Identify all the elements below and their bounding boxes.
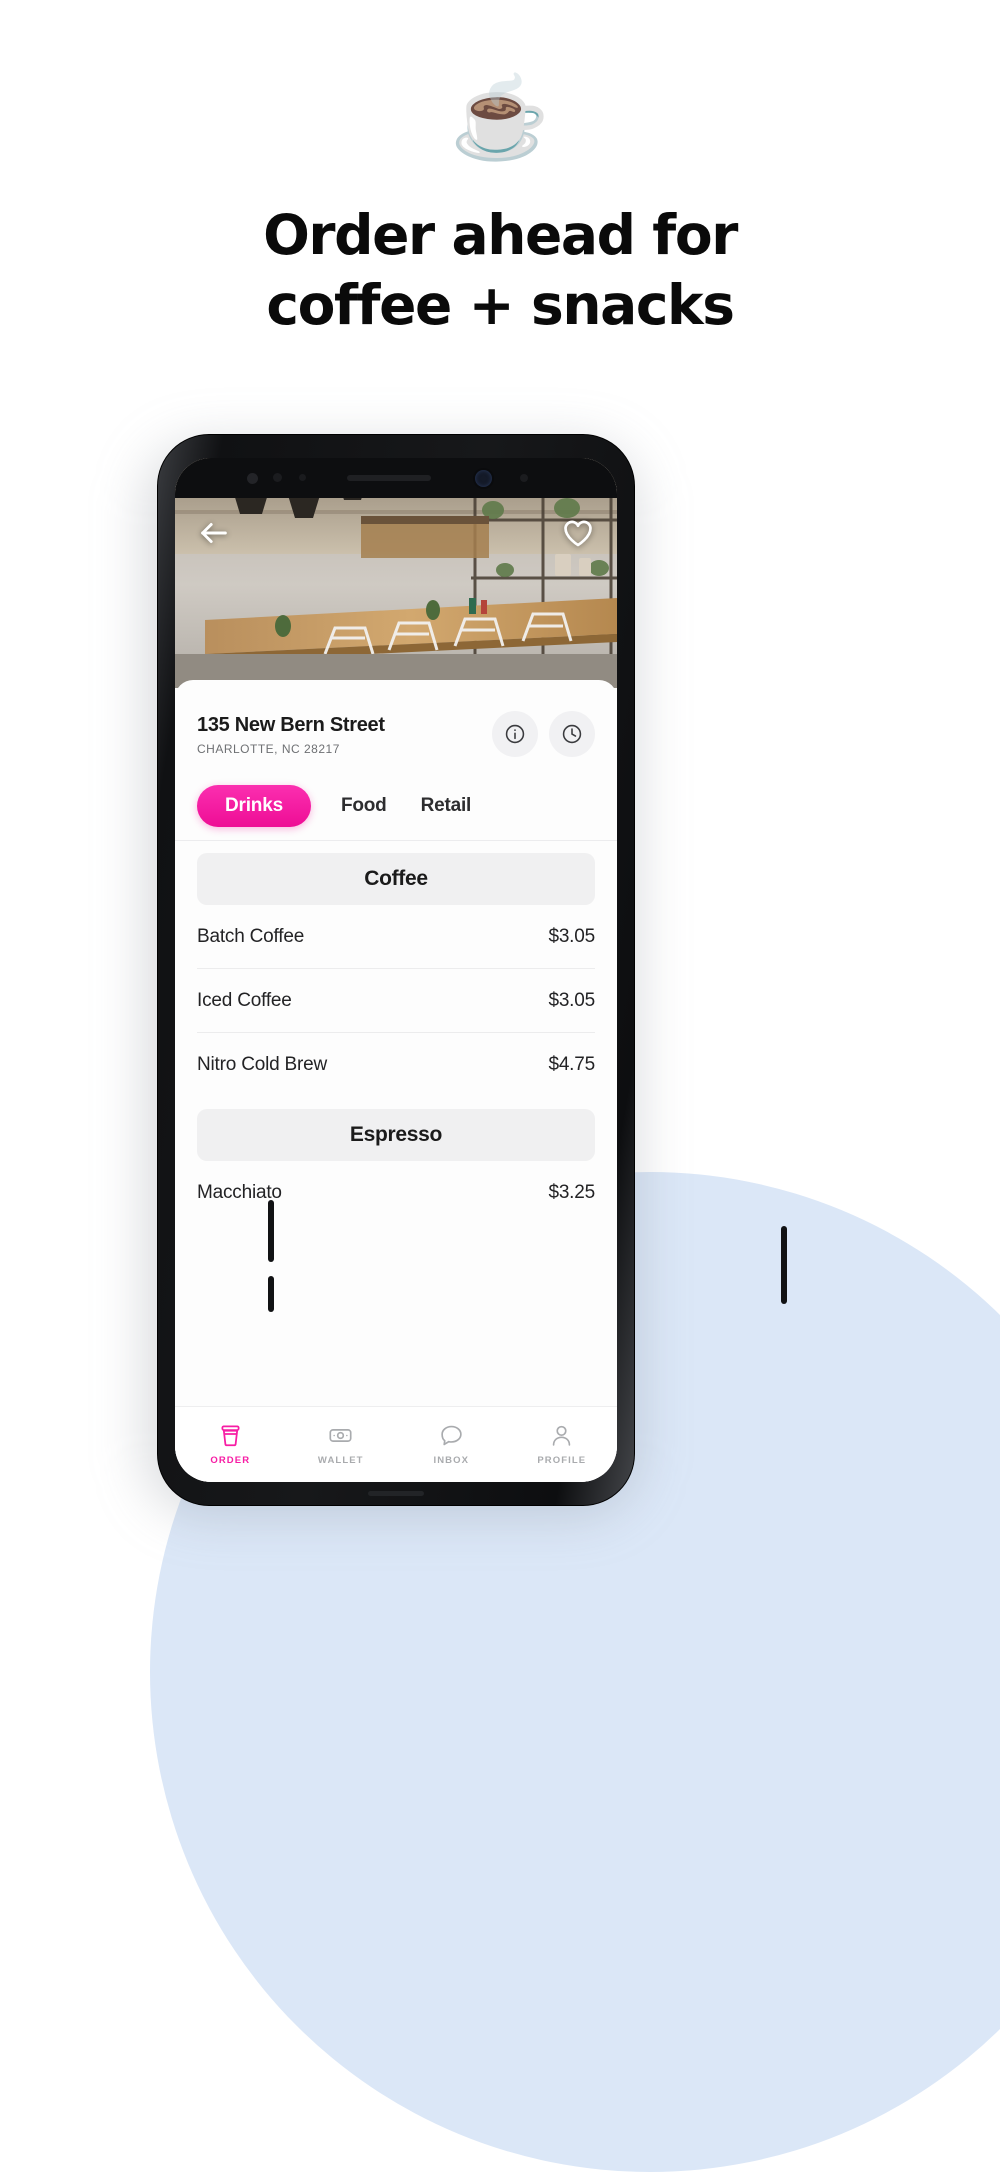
headline-line-2: coffee + snacks	[266, 273, 735, 338]
assistant-button[interactable]	[268, 1276, 274, 1312]
front-camera-icon	[475, 470, 492, 487]
banknote-icon	[329, 1429, 352, 1442]
tab-food[interactable]: Food	[337, 785, 391, 827]
menu-item-price: $3.05	[548, 925, 595, 947]
hot-beverage-emoji: ☕	[450, 73, 550, 162]
store-detail-sheet: 135 New Bern Street CHARLOTTE, NC 28217	[175, 680, 617, 1482]
store-address-block: 135 New Bern Street CHARLOTTE, NC 28217	[197, 713, 481, 756]
nav-label: INBOX	[433, 1455, 470, 1466]
back-button[interactable]	[197, 516, 231, 550]
nav-item-wallet[interactable]: WALLET	[286, 1407, 397, 1482]
menu-item[interactable]: Iced Coffee $3.05	[197, 969, 595, 1033]
proximity-sensor-icon	[247, 473, 258, 484]
earpiece-speaker	[347, 475, 431, 481]
headline-line-1: Order ahead for	[263, 203, 738, 267]
nav-label: PROFILE	[537, 1455, 587, 1466]
store-hours-button[interactable]	[549, 711, 595, 757]
store-address: 135 New Bern Street	[197, 713, 385, 736]
category-tabs: Drinks Food Retail	[175, 776, 617, 836]
menu-item-price: $3.05	[548, 989, 595, 1011]
clock-icon	[562, 724, 582, 744]
menu-item[interactable]: Batch Coffee $3.05	[197, 905, 595, 969]
chat-bubble-icon	[441, 1425, 462, 1446]
tab-retail[interactable]: Retail	[417, 785, 476, 827]
nav-label: WALLET	[317, 1455, 364, 1466]
nav-item-order[interactable]: ORDER	[175, 1407, 286, 1482]
iris-sensor-icon	[299, 474, 306, 481]
menu-item-name: Iced Coffee	[197, 989, 292, 1011]
nav-label: ORDER	[210, 1455, 251, 1466]
nav-item-profile[interactable]: PROFILE	[507, 1407, 618, 1482]
favorite-button[interactable]	[561, 516, 595, 550]
nav-item-inbox[interactable]: INBOX	[396, 1407, 507, 1482]
bottom-navigation: ORDER WALLET INBOX PROFILE	[175, 1406, 617, 1482]
power-button[interactable]	[781, 1226, 787, 1304]
menu-item-name: Nitro Cold Brew	[197, 1054, 328, 1075]
menu-item-price: $4.75	[548, 1054, 595, 1075]
led-indicator-icon	[520, 474, 528, 482]
menu-section-header-coffee: Coffee	[197, 853, 595, 905]
heart-icon	[564, 520, 592, 547]
promo-header: ☕ Order ahead for coffee + snacks	[0, 0, 1000, 341]
phone-bottom-marker	[368, 1491, 424, 1496]
tab-drinks[interactable]: Drinks	[197, 785, 311, 827]
menu-item[interactable]: Nitro Cold Brew $4.75	[197, 1033, 595, 1097]
volume-button[interactable]	[268, 1200, 274, 1262]
menu-item-price: $3.25	[548, 1182, 595, 1203]
person-icon	[553, 1425, 571, 1446]
page-title: Order ahead for coffee + snacks	[0, 200, 1000, 341]
menu-item-name: Batch Coffee	[197, 925, 305, 947]
coffee-cup-icon	[221, 1425, 240, 1447]
phone-body: 135 New Bern Street CHARLOTTE, NC 28217	[157, 434, 635, 1506]
back-arrow-icon	[201, 523, 227, 543]
menu-item[interactable]: Macchiato $3.25	[197, 1161, 595, 1225]
menu-list: Coffee Batch Coffee $3.05 Iced Coffee $3…	[175, 841, 617, 1225]
light-sensor-icon	[273, 473, 282, 482]
store-info-button[interactable]	[492, 711, 538, 757]
info-icon	[505, 724, 525, 744]
store-city-state-zip: CHARLOTTE, NC 28217	[197, 741, 340, 756]
phone-mockup: 135 New Bern Street CHARLOTTE, NC 28217	[137, 434, 787, 1524]
store-header: 135 New Bern Street CHARLOTTE, NC 28217	[175, 696, 617, 772]
menu-section-header-espresso: Espresso	[197, 1109, 595, 1161]
phone-screen: 135 New Bern Street CHARLOTTE, NC 28217	[175, 458, 617, 1482]
phone-sensor-strip	[175, 458, 617, 498]
